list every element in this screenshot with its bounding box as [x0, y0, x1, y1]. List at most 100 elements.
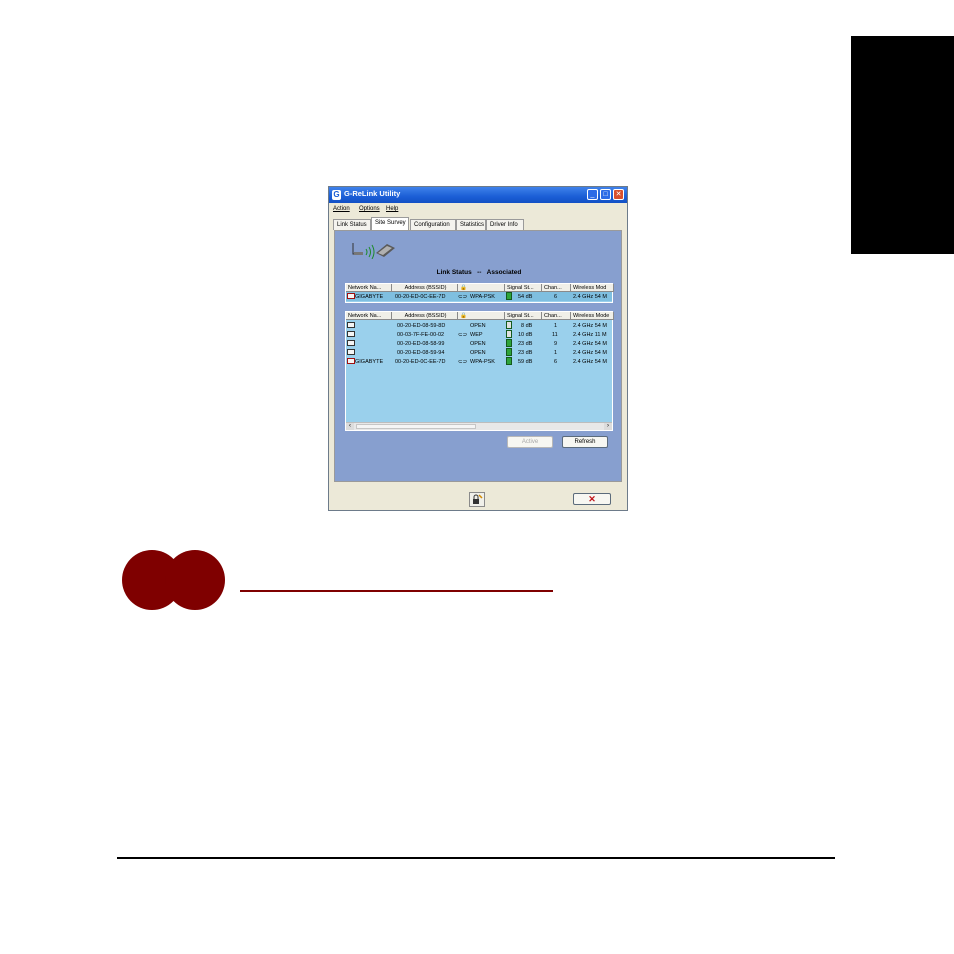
col-security[interactable]: 🔒 — [458, 312, 505, 320]
tab-statistics[interactable]: Statistics — [456, 219, 486, 230]
row-bssid: 00-03-7F-FE-00-02 — [397, 332, 445, 338]
signal-icon — [506, 357, 512, 365]
horizontal-scrollbar[interactable]: ‹ › — [346, 422, 612, 430]
row-channel: 1 — [554, 323, 558, 329]
security-icon: 🔒 — [460, 285, 467, 291]
row-network-name: GIGABYTE — [355, 359, 384, 365]
g-relink-utility-window: G G-ReLink Utility _ □ ✕ Action Options … — [328, 186, 628, 511]
tab-link-status[interactable]: Link Status — [333, 219, 371, 230]
signal-icon — [506, 339, 512, 347]
row-channel: 1 — [554, 350, 558, 356]
col-network-name[interactable]: Network Na... — [346, 284, 392, 292]
signal-icon — [506, 348, 512, 356]
scroll-left-icon[interactable]: ‹ — [346, 423, 354, 430]
wireless-antenna-icon — [352, 243, 395, 259]
exit-button[interactable]: ✕ — [573, 493, 611, 505]
profile-config-button[interactable] — [469, 492, 485, 507]
row-signal: 10 dB — [518, 332, 533, 338]
table-row[interactable]: 00-20-ED-08-59-94 OPEN 23 dB 1 2.4 GHz 5… — [346, 348, 612, 357]
refresh-button[interactable]: Refresh — [562, 436, 608, 448]
red-circle-right — [165, 550, 225, 610]
network-icon — [347, 358, 355, 364]
col-bssid[interactable]: Address (BSSID) — [392, 312, 458, 320]
col-wireless-mode[interactable]: Wireless Mode — [571, 312, 614, 320]
row-signal: 23 dB — [518, 350, 533, 356]
associated-list-header: Network Na... Address (BSSID) 🔒 Signal S… — [346, 284, 614, 292]
table-row[interactable]: 00-20-ED-08-59-8D OPEN 8 dB 1 2.4 GHz 54… — [346, 321, 612, 330]
signal-icon — [506, 321, 512, 329]
col-signal[interactable]: Signal St... — [505, 312, 542, 320]
row-mode: 2.4 GHz 54 M — [573, 323, 607, 329]
link-status-separator: -- — [477, 269, 482, 276]
link-status-value: Associated — [486, 269, 522, 276]
menu-options[interactable]: Options — [359, 206, 380, 212]
row-signal: 54 dB — [518, 294, 533, 300]
signal-icon — [506, 292, 512, 300]
scroll-thumb[interactable] — [356, 424, 476, 429]
associated-network-list[interactable]: Network Na... Address (BSSID) 🔒 Signal S… — [345, 283, 614, 303]
site-survey-panel: Link Status -- Associated Network Na... … — [334, 230, 622, 482]
row-signal: 8 dB — [521, 323, 533, 329]
table-row[interactable]: GIGABYTE 00-20-ED-0C-EE-7D ⊂⊃ WPA-PSK 59… — [346, 357, 612, 366]
table-row[interactable]: 00-03-7F-FE-00-02 ⊂⊃ WEP 10 dB 11 2.4 GH… — [346, 330, 612, 339]
menu-action[interactable]: Action — [333, 206, 350, 212]
row-bssid: 00-20-ED-0C-EE-7D — [395, 294, 446, 300]
network-icon — [347, 340, 355, 346]
key-icon: ⊂⊃ — [458, 294, 468, 300]
heading-underline — [240, 590, 553, 592]
row-mode: 2.4 GHz 54 M — [573, 341, 607, 347]
col-network-name[interactable]: Network Na... — [346, 312, 392, 320]
network-icon — [347, 322, 355, 328]
row-security: WPA-PSK — [470, 359, 495, 365]
menu-bar: Action Options Help — [329, 204, 627, 215]
menu-help[interactable]: Help — [386, 206, 398, 212]
row-bssid: 00-20-ED-08-59-8D — [397, 323, 446, 329]
row-mode: 2.4 GHz 54 M — [573, 350, 607, 356]
close-window-button[interactable]: ✕ — [613, 189, 624, 200]
window-title: G-ReLink Utility — [344, 189, 401, 198]
row-security: WEP — [470, 332, 483, 338]
row-bssid: 00-20-ED-08-58-99 — [397, 341, 445, 347]
available-list-header: Network Na... Address (BSSID) 🔒 Signal S… — [346, 312, 614, 320]
minimize-button[interactable]: _ — [587, 189, 598, 200]
available-network-list[interactable]: Network Na... Address (BSSID) 🔒 Signal S… — [345, 311, 614, 431]
table-row[interactable]: 00-20-ED-08-58-99 OPEN 23 dB 9 2.4 GHz 5… — [346, 339, 612, 348]
tab-site-survey[interactable]: Site Survey — [371, 217, 409, 230]
maximize-button[interactable]: □ — [600, 189, 611, 200]
row-channel: 11 — [552, 332, 558, 338]
title-bar[interactable]: G G-ReLink Utility _ □ ✕ — [329, 187, 627, 203]
row-network-name — [355, 340, 395, 348]
active-button[interactable]: Active — [507, 436, 553, 448]
scroll-right-icon[interactable]: › — [604, 423, 612, 430]
row-bssid: 00-20-ED-0C-EE-7D — [395, 359, 446, 365]
row-mode: 2.4 GHz 54 M — [573, 294, 607, 300]
table-row[interactable]: GIGABYTE 00-20-ED-0C-EE-7D ⊂⊃ WPA-PSK 54… — [346, 292, 612, 301]
network-icon — [347, 293, 355, 299]
row-network-name — [355, 331, 395, 339]
col-signal[interactable]: Signal St... — [505, 284, 542, 292]
tab-configuration[interactable]: Configuration — [410, 219, 456, 230]
network-icon — [347, 331, 355, 337]
signal-icon — [506, 330, 512, 338]
row-security: WPA-PSK — [470, 294, 495, 300]
row-mode: 2.4 GHz 11 M — [573, 332, 607, 338]
row-mode: 2.4 GHz 54 M — [573, 359, 607, 365]
footer-rule — [117, 857, 835, 859]
col-bssid[interactable]: Address (BSSID) — [392, 284, 458, 292]
row-security: OPEN — [470, 350, 486, 356]
row-channel: 6 — [554, 294, 558, 300]
row-network-name: GIGABYTE — [355, 294, 384, 300]
profile-lock-icon — [473, 494, 483, 504]
row-bssid: 00-20-ED-08-59-94 — [397, 350, 445, 356]
col-channel[interactable]: Chan... — [542, 312, 571, 320]
chapter-tab — [851, 36, 954, 254]
tab-driver-info[interactable]: Driver Info — [486, 219, 524, 230]
row-network-name — [355, 322, 395, 330]
row-signal: 23 dB — [518, 341, 533, 347]
bottom-bar: ✕ — [329, 487, 627, 510]
network-icon — [347, 349, 355, 355]
col-wireless-mode[interactable]: Wireless Mod — [571, 284, 614, 292]
col-channel[interactable]: Chan... — [542, 284, 571, 292]
col-security[interactable]: 🔒 — [458, 284, 505, 292]
security-icon: 🔒 — [460, 313, 467, 319]
